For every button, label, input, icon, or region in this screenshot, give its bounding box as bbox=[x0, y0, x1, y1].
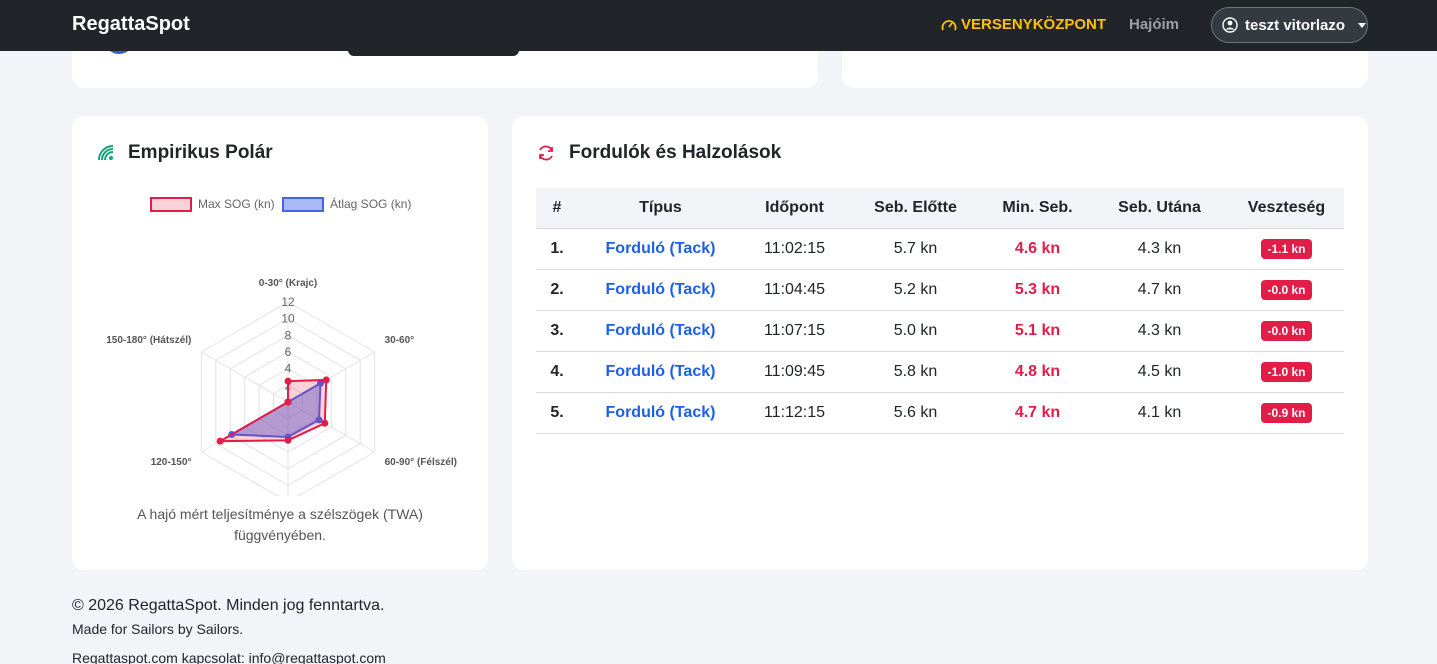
legend-swatch bbox=[282, 197, 324, 212]
loss-badge: -1.1 kn bbox=[1261, 238, 1312, 259]
row-type[interactable]: Forduló (Tack) bbox=[578, 228, 743, 270]
row-type[interactable]: Forduló (Tack) bbox=[578, 392, 743, 434]
polar-category-label: 150-180° (Hátszél) bbox=[106, 335, 191, 346]
row-loss-cell: -0.0 kn bbox=[1229, 310, 1344, 352]
polar-card: Empirikus Polár 246810120-30° (Krajc)30-… bbox=[72, 116, 488, 570]
row-num: 3. bbox=[536, 310, 578, 352]
row-time: 11:02:15 bbox=[743, 228, 846, 270]
polar-tick-label: 12 bbox=[281, 295, 295, 309]
table-row: 4. Forduló (Tack) 11:09:45 5.8 kn 4.8 kn… bbox=[536, 351, 1344, 393]
row-num: 2. bbox=[536, 269, 578, 311]
row-min: 4.6 kn bbox=[985, 228, 1090, 270]
loss-badge: -0.0 kn bbox=[1261, 279, 1312, 300]
polar-category-label: 120-150° bbox=[151, 457, 192, 468]
row-time: 11:04:45 bbox=[743, 269, 846, 311]
row-num: 5. bbox=[536, 392, 578, 434]
row-loss-cell: -0.0 kn bbox=[1229, 269, 1344, 311]
polar-data-point bbox=[322, 376, 330, 384]
legend-swatch bbox=[150, 197, 192, 212]
polar-data-point bbox=[284, 398, 292, 406]
row-type[interactable]: Forduló (Tack) bbox=[578, 351, 743, 393]
table-row: 1. Forduló (Tack) 11:02:15 5.7 kn 4.6 kn… bbox=[536, 228, 1344, 270]
polar-title: Empirikus Polár bbox=[128, 142, 273, 163]
polar-chart: 246810120-30° (Krajc)30-60°60-90° (Félsz… bbox=[106, 196, 457, 496]
polar-tick-label: 6 bbox=[285, 345, 292, 359]
loss-badge: -0.0 kn bbox=[1261, 320, 1312, 341]
table-row: 3. Forduló (Tack) 11:07:15 5.0 kn 5.1 kn… bbox=[536, 310, 1344, 352]
row-type[interactable]: Forduló (Tack) bbox=[578, 269, 743, 311]
table-header-row: # Típus Időpont Seb. Előtte Min. Seb. Se… bbox=[536, 188, 1344, 229]
table-row: 5. Forduló (Tack) 11:12:15 5.6 kn 4.7 kn… bbox=[536, 392, 1344, 434]
nav-link-label: VERSENYKÖZPONT bbox=[961, 16, 1107, 33]
row-min: 4.8 kn bbox=[985, 351, 1090, 393]
row-before: 5.7 kn bbox=[846, 228, 985, 270]
brand-logo[interactable]: RegattaSpot bbox=[72, 13, 190, 36]
row-before: 5.0 kn bbox=[846, 310, 985, 352]
row-before: 5.2 kn bbox=[846, 269, 985, 311]
row-before: 5.8 kn bbox=[846, 351, 985, 393]
polar-data-point bbox=[284, 436, 292, 444]
row-type[interactable]: Forduló (Tack) bbox=[578, 310, 743, 352]
footer-tagline: Made for Sailors by Sailors. bbox=[72, 621, 244, 637]
signal-icon bbox=[98, 145, 114, 161]
refresh-icon bbox=[539, 145, 553, 161]
row-after: 4.3 kn bbox=[1090, 228, 1229, 270]
nav-link-versenykozpont[interactable]: VERSENYKÖZPONT bbox=[941, 16, 1106, 33]
polar-tick-label: 4 bbox=[285, 362, 292, 376]
row-after: 4.1 kn bbox=[1090, 392, 1229, 434]
row-before: 5.6 kn bbox=[846, 392, 985, 434]
polar-data-point bbox=[284, 377, 292, 385]
footer-copyright: © 2026 RegattaSpot. Minden jog fenntartv… bbox=[72, 597, 385, 614]
col-header-after: Seb. Utána bbox=[1090, 188, 1229, 229]
user-circle-icon bbox=[1222, 17, 1238, 33]
loss-badge: -1.0 kn bbox=[1261, 361, 1312, 382]
polar-category-label: 30-60° bbox=[385, 335, 415, 346]
legend-label: Max SOG (kn) bbox=[198, 197, 275, 211]
row-min: 4.7 kn bbox=[985, 392, 1090, 434]
row-num: 4. bbox=[536, 351, 578, 393]
polar-series-area bbox=[216, 378, 328, 443]
legend-label: Átlag SOG (kn) bbox=[330, 196, 411, 211]
col-header-num: # bbox=[536, 188, 578, 229]
polar-tick-label: 8 bbox=[285, 328, 292, 342]
polar-category-label: 60-90° (Félszél) bbox=[385, 457, 457, 468]
navbar: RegattaSpot VERSENYKÖZPONT Hajóim teszt … bbox=[0, 0, 1437, 51]
chevron-down-icon bbox=[1358, 22, 1367, 28]
row-after: 4.5 kn bbox=[1090, 351, 1229, 393]
polar-data-point bbox=[216, 437, 224, 445]
row-num: 1. bbox=[536, 228, 578, 270]
row-time: 11:07:15 bbox=[743, 310, 846, 352]
col-header-time: Időpont bbox=[743, 188, 846, 229]
polar-caption: A hajó mért teljesítménye a szélszögek (… bbox=[137, 506, 423, 543]
col-header-type: Típus bbox=[578, 188, 743, 229]
gauge-icon bbox=[941, 19, 957, 30]
nav-link-hajoim[interactable]: Hajóim bbox=[1129, 16, 1179, 33]
col-header-loss: Veszteség bbox=[1229, 188, 1344, 229]
row-loss-cell: -1.1 kn bbox=[1229, 228, 1344, 270]
row-after: 4.3 kn bbox=[1090, 310, 1229, 352]
row-after: 4.7 kn bbox=[1090, 269, 1229, 311]
turns-card: Fordulók és Halzolások # Típus Időpont S… bbox=[512, 116, 1368, 570]
row-min: 5.1 kn bbox=[985, 310, 1090, 352]
row-min: 5.3 kn bbox=[985, 269, 1090, 311]
row-time: 11:09:45 bbox=[743, 351, 846, 393]
col-header-before: Seb. Előtte bbox=[846, 188, 985, 229]
row-time: 11:12:15 bbox=[743, 392, 846, 434]
turns-table: # Típus Időpont Seb. Előtte Min. Seb. Se… bbox=[536, 188, 1344, 434]
turns-title: Fordulók és Halzolások bbox=[569, 142, 782, 163]
user-menu-button[interactable]: teszt vitorlazo bbox=[1211, 7, 1368, 43]
row-loss-cell: -0.9 kn bbox=[1229, 392, 1344, 434]
polar-data-point bbox=[321, 419, 329, 427]
table-row: 2. Forduló (Tack) 11:04:45 5.2 kn 5.3 kn… bbox=[536, 269, 1344, 311]
col-header-min: Min. Seb. bbox=[985, 188, 1090, 229]
user-name: teszt vitorlazo bbox=[1245, 16, 1346, 34]
polar-category-label: 0-30° (Krajc) bbox=[259, 278, 317, 289]
polar-tick-label: 10 bbox=[281, 312, 295, 326]
row-loss-cell: -1.0 kn bbox=[1229, 351, 1344, 393]
loss-badge: -0.9 kn bbox=[1261, 402, 1312, 423]
footer-contact: Regattaspot.com kapcsolat: info@regattas… bbox=[72, 650, 386, 664]
